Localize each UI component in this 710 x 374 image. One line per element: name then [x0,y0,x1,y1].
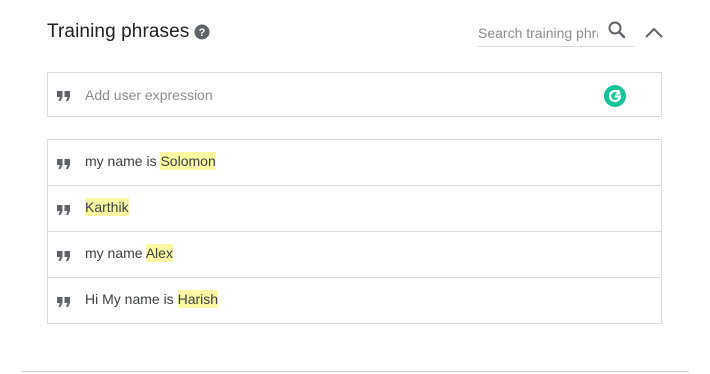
list-item[interactable]: Karthik [48,186,661,232]
entity-highlight[interactable]: Solomon [160,152,216,170]
search-icon[interactable] [607,20,627,40]
phrase-text[interactable]: my name is Solomon [85,152,216,170]
svg-text:?: ? [199,27,206,39]
search-input[interactable] [478,23,598,43]
quote-icon [57,89,71,101]
list-item[interactable]: Hi My name is Harish [48,278,661,323]
quote-icon [57,157,71,169]
quote-icon [57,203,71,215]
training-phrases-list: my name is Solomon Karthik my name Alex … [47,139,662,324]
phrase-prefix: my name is [85,153,161,169]
chevron-up-icon[interactable] [643,24,665,40]
search-box [478,20,634,47]
phrase-text[interactable]: Karthik [85,198,129,216]
quote-icon [57,295,71,307]
entity-highlight[interactable]: Karthik [85,198,129,216]
section-divider [22,371,689,372]
phrase-prefix: Hi My name is [85,291,178,307]
add-expression-row[interactable] [47,72,662,117]
list-item[interactable]: my name Alex [48,232,661,278]
phrase-text[interactable]: Hi My name is Harish [85,290,219,308]
phrase-prefix: my name [85,245,146,261]
help-circle-icon[interactable]: ? [194,24,210,40]
phrase-text[interactable]: my name Alex [85,244,173,262]
training-phrases-header: Training phrases ? [47,18,667,48]
grammarly-icon[interactable] [604,85,626,107]
entity-highlight[interactable]: Alex [145,244,173,262]
section-title: Training phrases [47,21,190,42]
add-user-expression-input[interactable] [85,85,585,105]
entity-highlight[interactable]: Harish [177,290,219,308]
quote-icon [57,249,71,261]
list-item[interactable]: my name is Solomon [48,140,661,186]
